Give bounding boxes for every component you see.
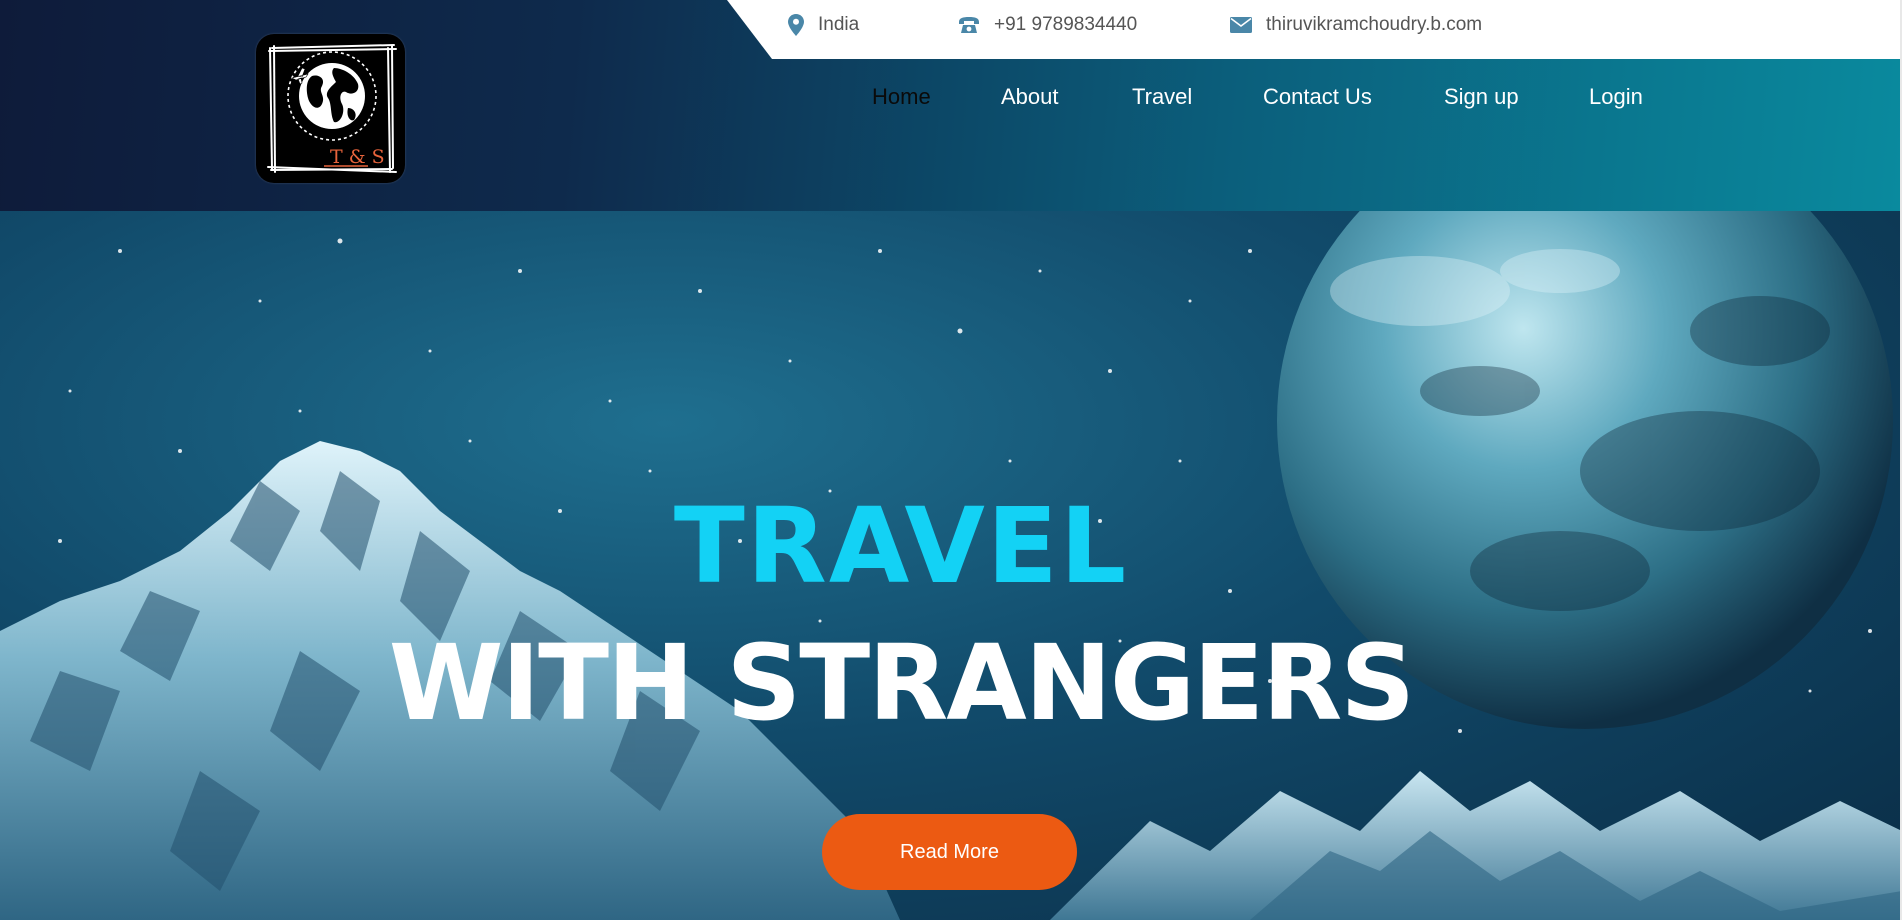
contact-email: thiruvikramchoudry.b.com [1230, 0, 1482, 50]
read-more-button[interactable]: Read More [822, 814, 1077, 890]
nav-contact-us[interactable]: Contact Us [1263, 84, 1372, 110]
phone-icon [959, 17, 979, 33]
map-pin-icon [788, 14, 804, 36]
site-logo[interactable]: T & S [256, 34, 405, 183]
nav-home[interactable]: Home [872, 84, 931, 110]
nav-sign-up[interactable]: Sign up [1444, 84, 1519, 110]
contact-location: India [788, 0, 859, 50]
contact-phone: +91 9789834440 [958, 0, 1137, 50]
nav-login[interactable]: Login [1589, 84, 1643, 110]
hero-title-with-strangers: WITH STRANGERS [388, 622, 1415, 744]
phone-text: +91 9789834440 [994, 14, 1138, 35]
nav-travel[interactable]: Travel [1132, 84, 1192, 110]
site-header: India +91 9789834440 thiruvikramchoudry.… [0, 0, 1902, 211]
hero-title-travel: TRAVEL [673, 485, 1129, 607]
hero-section: TRAVEL WITH STRANGERS Read More [0, 211, 1902, 920]
globe-logo-icon: T & S [267, 44, 397, 173]
location-text: India [818, 14, 860, 35]
nav-about[interactable]: About [1001, 84, 1059, 110]
logo-text: T & S [330, 146, 385, 168]
page: India +91 9789834440 thiruvikramchoudry.… [0, 0, 1902, 920]
envelope-icon [1230, 17, 1252, 33]
email-text: thiruvikramchoudry.b.com [1266, 14, 1483, 35]
